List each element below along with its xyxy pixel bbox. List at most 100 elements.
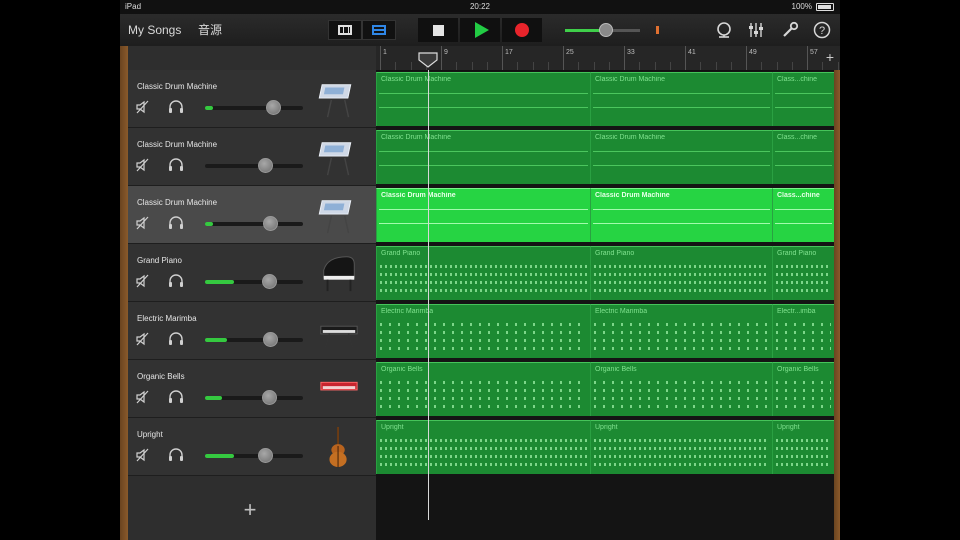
track-region[interactable]: Upright — [772, 420, 834, 474]
track-region[interactable]: Upright — [590, 420, 772, 474]
track-region[interactable]: Electr...imba — [772, 304, 834, 358]
keyboard-icon[interactable] — [318, 308, 360, 354]
track-volume-slider[interactable] — [205, 390, 303, 405]
ruler-sub-tick — [776, 62, 778, 70]
mute-speaker-icon[interactable] — [136, 332, 150, 346]
mute-speaker-icon[interactable] — [136, 274, 150, 288]
region-notes — [380, 281, 587, 284]
mute-speaker-icon[interactable] — [136, 448, 150, 462]
track-region[interactable]: Grand Piano — [772, 246, 834, 300]
sounds-button[interactable]: 音源 — [198, 14, 222, 46]
track-header[interactable]: Upright — [128, 418, 376, 476]
drum-machine-icon[interactable] — [318, 76, 360, 122]
track-header[interactable]: Electric Marimba — [128, 302, 376, 360]
track-region[interactable]: Organic Bells — [590, 362, 772, 416]
region-notes — [380, 447, 587, 450]
track-volume-fill — [205, 338, 227, 342]
region-notes — [379, 93, 588, 94]
track-region[interactable]: Classic Drum Machine — [590, 130, 772, 184]
headphones-icon[interactable] — [168, 274, 184, 288]
stop-button[interactable] — [418, 18, 458, 42]
track-region[interactable]: Upright — [376, 420, 590, 474]
my-songs-button[interactable]: My Songs — [128, 14, 181, 46]
master-volume-knob[interactable] — [599, 23, 613, 37]
track-volume-knob[interactable] — [263, 332, 278, 347]
track-region[interactable]: Class...chine — [772, 72, 834, 126]
track-header[interactable]: Classic Drum Machine — [128, 128, 376, 186]
headphones-icon[interactable] — [168, 216, 184, 230]
mute-speaker-icon[interactable] — [136, 390, 150, 404]
track-region[interactable]: Class...chine — [772, 188, 834, 242]
track-header[interactable]: Organic Bells — [128, 360, 376, 418]
track-volume-knob[interactable] — [258, 448, 273, 463]
track-volume-knob[interactable] — [263, 216, 278, 231]
tracks-view-button[interactable] — [362, 20, 396, 40]
garageband-window: iPad 20:22 100% My Songs 音源 ? Classic Dr… — [120, 0, 840, 540]
track-volume-slider[interactable] — [205, 274, 303, 289]
track-volume-slider[interactable] — [205, 100, 303, 115]
track-volume-slider[interactable] — [205, 332, 303, 347]
track-lane: Classic Drum Machine Classic Drum Machine… — [376, 188, 834, 242]
region-name: Electr...imba — [777, 308, 816, 315]
headphones-icon[interactable] — [168, 332, 184, 346]
record-button[interactable] — [502, 18, 542, 42]
upright-bass-icon[interactable] — [318, 424, 360, 470]
drum-machine-icon[interactable] — [318, 192, 360, 238]
mute-speaker-icon[interactable] — [136, 158, 150, 172]
headphones-icon[interactable] — [168, 448, 184, 462]
ruler-bar-tick — [502, 46, 503, 70]
track-region[interactable]: Classic Drum Machine — [590, 72, 772, 126]
track-volume-knob[interactable] — [262, 390, 277, 405]
mixer-button[interactable] — [746, 20, 766, 40]
track-header[interactable]: Grand Piano — [128, 244, 376, 302]
ruler-bar-number: 17 — [505, 49, 513, 56]
ruler-sub-tick — [730, 62, 732, 70]
track-volume-slider[interactable] — [205, 216, 303, 231]
drum-machine-icon[interactable] — [318, 134, 360, 180]
region-notes — [776, 381, 831, 384]
settings-button[interactable] — [780, 20, 800, 40]
track-region[interactable]: Class...chine — [772, 130, 834, 184]
add-section-button[interactable]: + — [826, 49, 834, 65]
region-notes — [380, 455, 587, 458]
track-volume-slider[interactable] — [205, 448, 303, 463]
ruler-sub-tick — [700, 62, 702, 70]
mute-speaker-icon[interactable] — [136, 216, 150, 230]
region-notes — [776, 331, 831, 334]
track-volume-knob[interactable] — [262, 274, 277, 289]
track-volume-slider[interactable] — [205, 158, 303, 173]
track-lane: Upright Upright Upright — [376, 420, 834, 474]
track-volume-knob[interactable] — [258, 158, 273, 173]
track-region[interactable]: Classic Drum Machine — [590, 188, 772, 242]
headphones-icon[interactable] — [168, 158, 184, 172]
track-header[interactable]: Classic Drum Machine — [128, 186, 376, 244]
track-region[interactable]: Organic Bells — [772, 362, 834, 416]
track-header[interactable]: Classic Drum Machine — [128, 70, 376, 128]
help-button[interactable]: ? — [812, 20, 832, 40]
track-region[interactable]: Grand Piano — [376, 246, 590, 300]
track-volume-fill — [205, 454, 234, 458]
grid-view-button[interactable] — [328, 20, 362, 40]
play-button[interactable] — [460, 18, 500, 42]
track-region[interactable]: Electric Marimba — [376, 304, 590, 358]
track-region[interactable]: Classic Drum Machine — [376, 188, 590, 242]
track-region[interactable]: Electric Marimba — [590, 304, 772, 358]
ruler-bar-tick — [685, 46, 686, 70]
headphones-icon[interactable] — [168, 390, 184, 404]
headphones-icon[interactable] — [168, 100, 184, 114]
track-region[interactable]: Grand Piano — [590, 246, 772, 300]
mute-speaker-icon[interactable] — [136, 100, 150, 114]
timeline-ruler[interactable]: 1 9 17 25 33 41 49 57 + — [376, 46, 840, 71]
red-keyboard-icon[interactable] — [318, 366, 360, 412]
grand-piano-icon[interactable] — [318, 250, 360, 296]
tracks-area: 1 9 17 25 33 41 49 57 + Classic Drum Machine Cla… — [376, 46, 840, 540]
add-track-button[interactable]: + — [240, 499, 260, 521]
playhead-handle[interactable] — [418, 52, 438, 68]
track-volume-knob[interactable] — [266, 100, 281, 115]
track-region[interactable]: Classic Drum Machine — [376, 130, 590, 184]
track-region[interactable]: Classic Drum Machine — [376, 72, 590, 126]
metronome-button[interactable] — [714, 20, 734, 40]
track-region[interactable]: Organic Bells — [376, 362, 590, 416]
region-notes — [380, 381, 587, 384]
master-volume-slider[interactable] — [565, 23, 640, 37]
